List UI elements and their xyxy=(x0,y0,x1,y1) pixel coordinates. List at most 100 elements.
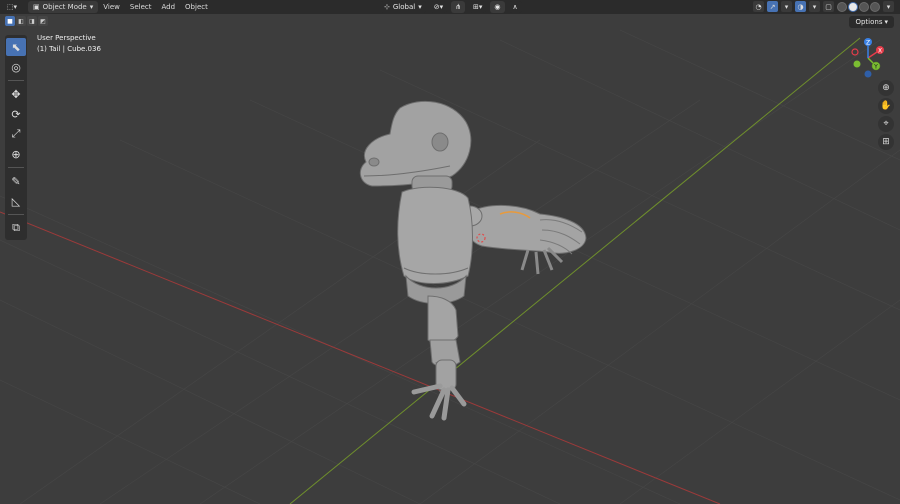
chevron-down-icon: ▾ xyxy=(418,3,422,11)
move-icon: ✥ xyxy=(11,87,21,101)
gizmo-y-label: Y xyxy=(873,64,878,71)
gizmo-icon: ↗ xyxy=(769,2,776,11)
orientation-icon: ⊹ xyxy=(384,3,390,11)
header-left: ⬚▾ ▣ Object Mode ▾ View Select Add Objec… xyxy=(0,0,213,14)
menu-object[interactable]: Object xyxy=(180,1,213,13)
zoom-button[interactable]: ⊕ xyxy=(878,80,894,96)
select-subtract-button[interactable]: ◨ xyxy=(27,16,37,26)
select-subtract-icon: ◨ xyxy=(29,17,35,25)
move-tool[interactable]: ✥ xyxy=(6,85,26,103)
cursor-tool[interactable]: ◎ xyxy=(6,58,26,76)
transform-orientation-dropdown[interactable]: ⊹ Global ▾ xyxy=(380,1,426,13)
menu-select[interactable]: Select xyxy=(125,1,157,13)
toolbar-divider xyxy=(8,214,24,215)
toolbar-divider xyxy=(8,80,24,81)
material-shading-button[interactable] xyxy=(859,1,869,12)
transform-tool[interactable]: ⊕ xyxy=(6,145,26,163)
header-right: ◔ ↗ ▾ ◑ ▾ ▢ ▾ xyxy=(753,1,894,12)
gizmo-neg-y xyxy=(853,60,861,68)
xray-icon: ▢ xyxy=(825,2,832,11)
scale-icon: ⤢ xyxy=(11,127,21,140)
chevron-down-icon: ▾ xyxy=(89,3,94,11)
pivot-icon: ⊘▾ xyxy=(433,3,444,11)
gizmo-toggle[interactable]: ↗ xyxy=(767,1,778,12)
rotate-tool[interactable]: ⟳ xyxy=(6,105,26,123)
navigation-tools: ⊕ ✋ ⌖ ⊞ xyxy=(878,80,894,150)
navigation-gizmo[interactable]: Z Y X xyxy=(850,38,886,78)
add-cube-icon: ⧉ xyxy=(12,221,20,234)
options-label: Options xyxy=(855,18,883,26)
3d-viewport[interactable] xyxy=(0,0,900,504)
chevron-down-icon: ▾ xyxy=(784,2,789,11)
transform-icon: ⊕ xyxy=(11,147,21,161)
ruler-icon: ◺ xyxy=(11,194,21,208)
perspective-label: User Perspective xyxy=(37,34,96,42)
select-invert-icon: ◩ xyxy=(40,17,46,25)
grid-icon: ⊞ xyxy=(882,137,890,147)
magnet-icon: ⋔ xyxy=(455,3,461,11)
proportional-edit-icon: ◉ xyxy=(494,3,501,11)
overlays-toggle[interactable]: ◑ xyxy=(795,1,806,12)
pan-hand-icon: ✋ xyxy=(880,101,892,111)
grid-snap-icon: ⊞▾ xyxy=(473,3,483,11)
options-dropdown[interactable]: Options ▾ xyxy=(849,16,894,28)
pan-button[interactable]: ✋ xyxy=(878,98,894,114)
gizmo-z-label: Z xyxy=(866,40,870,47)
shading-dropdown[interactable]: ▾ xyxy=(883,1,894,12)
y-axis-line xyxy=(289,37,861,504)
crosshair-icon: ◎ xyxy=(11,60,21,74)
eye-icon: ◔ xyxy=(755,2,762,11)
gizmo-neg-x xyxy=(851,48,859,56)
shading-modes xyxy=(837,1,880,12)
mode-label: Object Mode xyxy=(42,3,87,11)
selection-mode-group: ■ ◧ ◨ ◩ xyxy=(5,16,48,26)
select-box-tool[interactable]: ⬉ xyxy=(6,38,26,56)
cube-icon: ⬚▾ xyxy=(6,3,18,11)
viewport-header: ⬚▾ ▣ Object Mode ▾ View Select Add Objec… xyxy=(0,0,900,14)
cursor-arrow-icon: ⬉ xyxy=(11,40,21,54)
chevron-down-icon: ▾ xyxy=(884,18,888,26)
measure-tool[interactable]: ◺ xyxy=(6,192,26,210)
x-axis-line xyxy=(0,211,721,504)
gizmo-dropdown[interactable]: ▾ xyxy=(781,1,792,12)
header-center: ⊹ Global ▾ ⊘▾ ⋔ ⊞▾ ◉ ∧ xyxy=(380,1,522,13)
menu-view[interactable]: View xyxy=(98,1,125,13)
camera-view-button[interactable]: ⌖ xyxy=(878,116,894,132)
left-toolbar: ⬉ ◎ ✥ ⟳ ⤢ ⊕ ✎ ◺ ⧉ xyxy=(5,35,27,240)
overlays-icon: ◑ xyxy=(797,2,804,11)
chevron-down-icon: ▾ xyxy=(812,2,817,11)
gizmo-x-label: X xyxy=(878,48,882,55)
annotate-tool[interactable]: ✎ xyxy=(6,172,26,190)
gizmo-neg-z xyxy=(864,70,872,78)
scale-tool[interactable]: ⤢ xyxy=(6,125,26,143)
select-new-icon: ■ xyxy=(7,17,13,25)
select-extend-button[interactable]: ◧ xyxy=(16,16,26,26)
falloff-icon: ∧ xyxy=(512,3,518,11)
camera-icon: ⌖ xyxy=(883,119,889,129)
snap-toggle[interactable]: ⋔ xyxy=(451,1,465,13)
visibility-dropdown[interactable]: ◔ xyxy=(753,1,764,12)
rendered-shading-button[interactable] xyxy=(870,1,880,12)
pivot-point-dropdown[interactable]: ⊘▾ xyxy=(429,1,448,13)
proportional-falloff-dropdown[interactable]: ∧ xyxy=(508,1,522,13)
chevron-down-icon: ▾ xyxy=(886,2,891,11)
select-extend-icon: ◧ xyxy=(18,17,24,25)
mode-dropdown[interactable]: ▣ Object Mode ▾ xyxy=(28,1,99,13)
menu-add[interactable]: Add xyxy=(156,1,180,13)
snap-settings-dropdown[interactable]: ⊞▾ xyxy=(469,1,487,13)
rotate-icon: ⟳ xyxy=(11,107,21,121)
select-invert-button[interactable]: ◩ xyxy=(38,16,48,26)
proportional-edit-toggle[interactable]: ◉ xyxy=(490,1,505,13)
overlays-dropdown[interactable]: ▾ xyxy=(809,1,820,12)
pencil-icon: ✎ xyxy=(11,174,21,188)
xray-toggle[interactable]: ▢ xyxy=(823,1,834,12)
add-cube-tool[interactable]: ⧉ xyxy=(6,219,26,237)
editor-type-button[interactable]: ⬚▾ xyxy=(0,1,24,13)
character-model xyxy=(359,100,587,421)
ortho-toggle-button[interactable]: ⊞ xyxy=(878,134,894,150)
orientation-label: Global xyxy=(392,3,416,11)
object-mode-icon: ▣ xyxy=(33,3,40,11)
select-new-button[interactable]: ■ xyxy=(5,16,15,26)
solid-shading-button[interactable] xyxy=(848,1,858,12)
wireframe-shading-button[interactable] xyxy=(837,1,847,12)
